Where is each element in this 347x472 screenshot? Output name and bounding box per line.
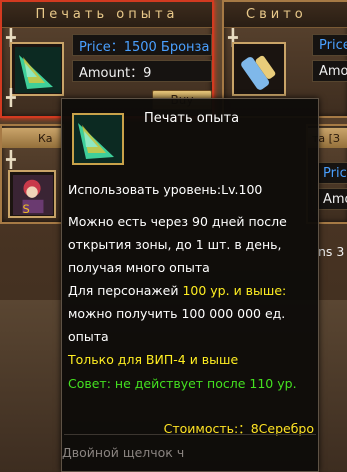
tooltip-title: Печать опыта: [144, 111, 240, 126]
item-slot[interactable]: S: [8, 170, 56, 218]
tooltip-desc-line: получая много опыта: [68, 260, 210, 275]
tooltip-chars-line: Для персонажей 100 ур. и выше:: [68, 283, 286, 298]
side-info-text: ns 3: [318, 244, 345, 259]
item-slot[interactable]: [10, 42, 64, 96]
price-field: Price: [316, 162, 347, 184]
tooltip-item-slot: [72, 113, 124, 165]
svg-text:S: S: [23, 202, 30, 215]
shop-item-card-row2-left[interactable]: Ка ╋ S: [0, 124, 64, 224]
tooltip-desc-line: открытия зоны, до 1 шт. в день,: [68, 237, 282, 252]
tooltip-double-click-hint: Двойной щелчок ч: [62, 445, 185, 460]
item-slot[interactable]: [232, 42, 286, 96]
tooltip-advice: Совет: не действует после 110 ур.: [68, 376, 297, 391]
seal-item-icon: [15, 47, 61, 93]
item-title: Ка: [2, 128, 62, 148]
tooltip-chars-rest: можно получить 100 000 000 ед.: [68, 306, 286, 321]
plus-icon: ╋: [6, 88, 16, 107]
price-field: Price：1500 Бронза: [72, 34, 212, 56]
amount-field[interactable]: Amou: [312, 60, 347, 82]
item-title: Свито: [224, 2, 347, 28]
character-item-icon: S: [13, 175, 53, 215]
price-field: Price: [312, 34, 347, 56]
item-title: Печать опыта: [2, 2, 212, 28]
tooltip-divider: [64, 434, 316, 435]
seal-item-icon: [74, 115, 122, 163]
amount-field[interactable]: Amount：9: [72, 60, 212, 82]
tooltip-chars-rest: опыта: [68, 329, 109, 344]
tooltip-chars-prefix: Для персонажей: [68, 283, 183, 298]
amount-field[interactable]: Amou: [316, 188, 347, 210]
tooltip-level: Использовать уровень:Lv.100: [68, 182, 263, 197]
item-tooltip: Печать опыта Использовать уровень:Lv.100…: [61, 98, 319, 472]
scroll-item-icon: [237, 47, 283, 93]
tooltip-desc-line: Можно есть через 90 дней после: [68, 214, 287, 229]
tooltip-chars-level: 100 ур. и выше:: [182, 283, 287, 298]
tooltip-vip: Только для ВИП-4 и выше: [68, 352, 239, 367]
plus-icon: ╋: [6, 150, 16, 169]
